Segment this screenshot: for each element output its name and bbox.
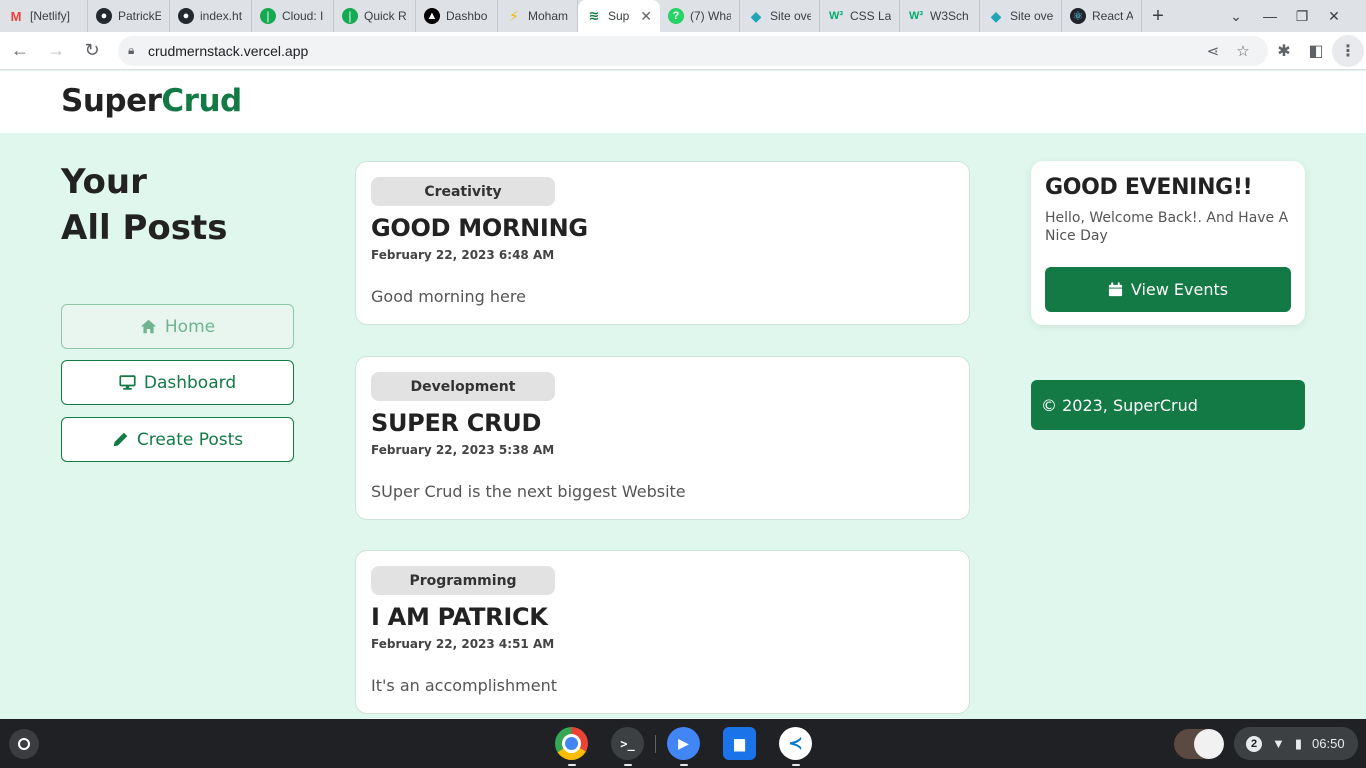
kebab-menu-icon[interactable]: ⋮ <box>1332 34 1364 67</box>
footer-copyright: © 2023, SuperCrud <box>1031 380 1305 430</box>
bookmark-star-icon[interactable]: ☆ <box>1228 42 1258 60</box>
home-icon <box>140 319 157 334</box>
create-posts-button[interactable]: Create Posts <box>61 417 294 462</box>
greeting-title: GOOD EVENING!! <box>1045 175 1253 200</box>
post-category-badge: Programming <box>371 566 555 595</box>
react-icon: ⚛ <box>1070 8 1086 24</box>
pencil-icon <box>113 432 128 447</box>
vercel-icon: ▲ <box>424 8 440 24</box>
play-icon[interactable]: ▶ <box>667 727 700 766</box>
post-body: It's an accomplishment <box>371 676 557 695</box>
home-button[interactable]: Home <box>61 304 294 349</box>
tab-mongodb-cloud[interactable]: ❘ Cloud: I <box>252 0 334 32</box>
tab-strip: M [Netlify] ● PatrickE ● index.ht ❘ Clou… <box>0 0 1366 32</box>
post-category-badge: Creativity <box>371 177 555 206</box>
notification-count-badge[interactable]: 2 <box>1246 735 1262 752</box>
tab-netlify-site-1[interactable]: ◆ Site ove <box>740 0 820 32</box>
post-date: February 22, 2023 5:38 AM <box>371 443 555 457</box>
address-bar[interactable]: 🔒︎ crudmernstack.vercel.app ⋖ ☆ <box>118 35 1268 66</box>
dashboard-button[interactable]: Dashboard <box>61 360 294 405</box>
bolt-icon: ⚡ <box>509 7 519 24</box>
close-icon[interactable]: ✕ <box>640 8 652 25</box>
reload-icon[interactable]: ↻ <box>76 35 108 67</box>
system-tray[interactable]: 2 ▼ ▮ 06:50 <box>1234 727 1358 760</box>
shelf-divider <box>655 735 656 753</box>
post-date: February 22, 2023 6:48 AM <box>371 248 555 262</box>
w3schools-icon: W³ <box>908 10 924 22</box>
battery-icon: ▮ <box>1294 735 1303 751</box>
running-indicator <box>792 764 800 766</box>
launcher-circle-icon <box>18 738 30 750</box>
site-header: SuperCrud <box>0 71 1366 133</box>
tab-netlify-site-2[interactable]: ◆ Site ove <box>980 0 1062 32</box>
tab-w3schools[interactable]: W³ W3Sch <box>900 0 980 32</box>
view-events-button[interactable]: View Events <box>1045 267 1291 312</box>
github-icon: ● <box>178 8 194 24</box>
post-body: Good morning here <box>371 287 526 306</box>
tab-react[interactable]: ⚛ React A <box>1062 0 1142 32</box>
clock: 06:50 <box>1312 736 1345 751</box>
lock-icon[interactable]: 🔒︎ <box>128 43 148 58</box>
side-panel-icon[interactable]: ◧ <box>1300 35 1332 67</box>
running-indicator <box>568 764 576 766</box>
chrome-icon[interactable] <box>555 727 588 766</box>
browser-toolbar: ← → ↻ 🔒︎ crudmernstack.vercel.app ⋖ ☆ ✱ … <box>0 32 1366 70</box>
tab-mongodb-quick[interactable]: ❘ Quick R <box>334 0 416 32</box>
wifi-icon: ▼ <box>1272 736 1285 751</box>
extensions-puzzle-icon[interactable]: ✱ <box>1268 35 1300 67</box>
w3schools-icon: W³ <box>828 10 844 22</box>
files-icon[interactable]: ▆ <box>723 727 756 760</box>
running-indicator <box>624 764 632 766</box>
post-title: GOOD MORNING <box>371 214 588 242</box>
post-card[interactable]: Creativity GOOD MORNING February 22, 202… <box>355 161 970 325</box>
forward-arrow-icon[interactable]: → <box>40 35 72 67</box>
whatsapp-icon: ? <box>668 8 684 24</box>
page-content: SuperCrud Your All Posts Home Dashboard … <box>0 71 1366 719</box>
launcher-button[interactable] <box>9 729 39 759</box>
site-logo[interactable]: SuperCrud <box>61 83 242 119</box>
tab-github-patrick[interactable]: ● PatrickE <box>88 0 170 32</box>
mongodb-icon: ❘ <box>342 8 358 24</box>
back-arrow-icon[interactable]: ← <box>4 35 36 67</box>
supercrud-icon: ≋ <box>588 8 600 23</box>
gmail-icon: M <box>10 8 22 24</box>
post-date: February 22, 2023 4:51 AM <box>371 637 555 651</box>
url-text[interactable]: crudmernstack.vercel.app <box>148 43 1198 59</box>
tab-netlify-mail[interactable]: M [Netlify] <box>0 0 88 32</box>
tab-search-chevron-icon[interactable]: ⌄ <box>1224 0 1248 32</box>
running-indicator <box>680 764 688 766</box>
mongodb-icon: ❘ <box>260 8 276 24</box>
post-card[interactable]: Development SUPER CRUD February 22, 2023… <box>355 356 970 520</box>
os-shelf: >_ ▶ ▆ ≺ 2 ▼ ▮ 06:50 <box>0 719 1366 768</box>
tab-whatsapp[interactable]: ? (7) Wha <box>660 0 740 32</box>
vscode-icon[interactable]: ≺ <box>779 727 812 766</box>
post-card[interactable]: Programming I AM PATRICK February 22, 20… <box>355 550 970 714</box>
holding-space-avatars[interactable] <box>1174 729 1224 759</box>
terminal-icon[interactable]: >_ <box>611 727 644 766</box>
new-tab-button[interactable]: + <box>1142 0 1174 32</box>
page-title: Your All Posts <box>61 162 228 248</box>
restore-icon[interactable]: ❐ <box>1286 0 1318 32</box>
tab-vercel-dashboard[interactable]: ▲ Dashbo <box>416 0 498 32</box>
tab-mohammed[interactable]: ⚡ Moham <box>498 0 578 32</box>
netlify-icon: ◆ <box>750 7 762 24</box>
tab-supercrud[interactable]: ≋ Sup ✕ <box>578 0 660 32</box>
post-category-badge: Development <box>371 372 555 401</box>
minimize-icon[interactable]: — <box>1254 0 1286 32</box>
post-title: SUPER CRUD <box>371 409 542 437</box>
post-body: SUper Crud is the next biggest Website <box>371 482 686 501</box>
monitor-icon <box>119 375 136 390</box>
post-title: I AM PATRICK <box>371 603 548 631</box>
share-icon[interactable]: ⋖ <box>1198 42 1228 60</box>
close-window-icon[interactable]: ✕ <box>1318 0 1350 32</box>
tab-w3schools-css[interactable]: W³ CSS La <box>820 0 900 32</box>
netlify-icon: ◆ <box>990 7 1002 24</box>
calendar-icon <box>1108 282 1122 297</box>
greeting-message: Hello, Welcome Back!. And Have A Nice Da… <box>1045 210 1289 244</box>
greeting-card: GOOD EVENING!! Hello, Welcome Back!. And… <box>1031 161 1305 325</box>
github-icon: ● <box>96 8 112 24</box>
tab-github-index[interactable]: ● index.ht <box>170 0 252 32</box>
